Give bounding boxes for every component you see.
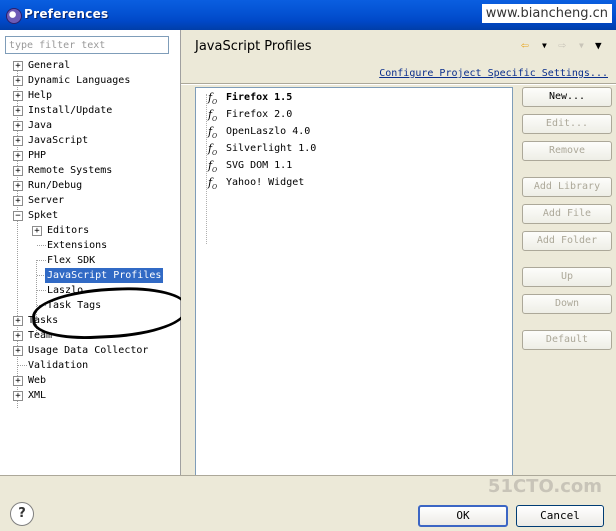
configure-project-link[interactable]: Configure Project Specific Settings...	[379, 68, 608, 79]
list-item-firefox-1-5[interactable]: fO Firefox 1.5	[208, 89, 292, 106]
ok-button[interactable]: OK	[418, 505, 508, 527]
cancel-button[interactable]: Cancel	[516, 505, 604, 527]
window-title: Preferences	[24, 7, 109, 21]
tree-item-flex-sdk[interactable]: Flex SDK	[0, 253, 180, 268]
down-button[interactable]: Down	[522, 294, 612, 314]
expand-icon[interactable]: +	[13, 331, 23, 341]
expand-icon[interactable]: +	[13, 106, 23, 116]
expand-icon[interactable]: +	[13, 391, 23, 401]
tree-item-dynamic-languages[interactable]: + Dynamic Languages	[0, 73, 180, 88]
view-menu-icon[interactable]: ▼	[595, 38, 602, 54]
expand-icon[interactable]: +	[13, 91, 23, 101]
expand-icon[interactable]: +	[13, 346, 23, 356]
tree-item-team[interactable]: + Team	[0, 328, 180, 343]
list-guide-line	[206, 94, 207, 244]
tree-item-tasks[interactable]: + Tasks	[0, 313, 180, 328]
expand-icon[interactable]: +	[13, 136, 23, 146]
default-button[interactable]: Default	[522, 330, 612, 350]
preferences-tree-pane: type filter text + General + Dynamic Langu…	[0, 30, 190, 475]
tree-item-install-update[interactable]: + Install/Update	[0, 103, 180, 118]
back-arrow-icon[interactable]: ⇦	[521, 38, 529, 54]
expand-icon[interactable]: +	[13, 376, 23, 386]
tree-item-validation[interactable]: Validation	[0, 358, 180, 373]
forward-dropdown-icon[interactable]: ▼	[579, 38, 584, 54]
watermark-text: www.biancheng.cn	[481, 4, 612, 23]
new-button[interactable]: New...	[522, 87, 612, 107]
title-bar: Preferences www.biancheng.cn	[0, 0, 616, 30]
eclipse-icon	[6, 8, 22, 24]
add-folder-button[interactable]: Add Folder	[522, 231, 612, 251]
watermark-text: 51CTO.com	[487, 476, 602, 497]
list-item-svg-dom[interactable]: fO SVG DOM 1.1	[208, 157, 292, 174]
list-item-openlaszlo[interactable]: fO OpenLaszlo 4.0	[208, 123, 310, 140]
expand-icon[interactable]: +	[13, 76, 23, 86]
expand-icon[interactable]: +	[13, 196, 23, 206]
tree-item-laszlo[interactable]: Laszlo	[0, 283, 180, 298]
add-file-button[interactable]: Add File	[522, 204, 612, 224]
tree-item-remote-systems[interactable]: + Remote Systems	[0, 163, 180, 178]
tree-item-javascript[interactable]: + JavaScript	[0, 133, 180, 148]
tree-item-java[interactable]: + Java	[0, 118, 180, 133]
tree-item-extensions[interactable]: Extensions	[0, 238, 180, 253]
collapse-icon[interactable]: −	[13, 211, 23, 221]
tree-item-web[interactable]: + Web	[0, 373, 180, 388]
forward-arrow-icon[interactable]: ⇨	[558, 38, 566, 54]
add-library-button[interactable]: Add Library	[522, 177, 612, 197]
edit-button[interactable]: Edit...	[522, 114, 612, 134]
filter-input[interactable]: type filter text	[5, 36, 169, 54]
list-item-yahoo-widget[interactable]: fO Yahoo! Widget	[208, 174, 304, 191]
tree-item-general[interactable]: + General	[0, 58, 180, 73]
help-icon[interactable]: ?	[10, 502, 34, 526]
expand-icon[interactable]: +	[13, 166, 23, 176]
back-dropdown-icon[interactable]: ▼	[542, 38, 547, 54]
tree-item-task-tags[interactable]: Task Tags	[0, 298, 180, 313]
tree-item-xml[interactable]: + XML	[0, 388, 180, 403]
tree-item-run-debug[interactable]: + Run/Debug	[0, 178, 180, 193]
tree-item-usage-data-collector[interactable]: + Usage Data Collector	[0, 343, 180, 358]
page-title: JavaScript Profiles	[195, 39, 312, 54]
list-item-firefox-2-0[interactable]: fO Firefox 2.0	[208, 106, 292, 123]
profiles-list[interactable]: fO Firefox 1.5 fO Firefox 2.0 fO OpenLaszlo…	[195, 87, 513, 484]
remove-button[interactable]: Remove	[522, 141, 612, 161]
expand-icon[interactable]: +	[13, 181, 23, 191]
separator	[181, 83, 616, 85]
up-button[interactable]: Up	[522, 267, 612, 287]
function-icon: fO	[208, 176, 217, 192]
expand-icon[interactable]: +	[13, 121, 23, 131]
tree-item-javascript-profiles[interactable]: JavaScript Profiles	[0, 268, 180, 283]
tree-item-editors[interactable]: + Editors	[0, 223, 180, 238]
javascript-profiles-page: JavaScript Profiles ⇦ ▼ ⇨ ▼ ▼ Configure …	[181, 30, 616, 484]
tree-item-help[interactable]: + Help	[0, 88, 180, 103]
dialog-footer: 51CTO.com ? OK Cancel	[0, 475, 616, 531]
tree-item-php[interactable]: + PHP	[0, 148, 180, 163]
expand-icon[interactable]: +	[13, 316, 23, 326]
preferences-tree: + General + Dynamic Languages + Help + Insta…	[0, 58, 180, 408]
expand-icon[interactable]: +	[32, 226, 42, 236]
list-item-silverlight[interactable]: fO Silverlight 1.0	[208, 140, 316, 157]
tree-item-spket[interactable]: − Spket	[0, 208, 180, 223]
expand-icon[interactable]: +	[13, 151, 23, 161]
tree-item-server[interactable]: + Server	[0, 193, 180, 208]
expand-icon[interactable]: +	[13, 61, 23, 71]
